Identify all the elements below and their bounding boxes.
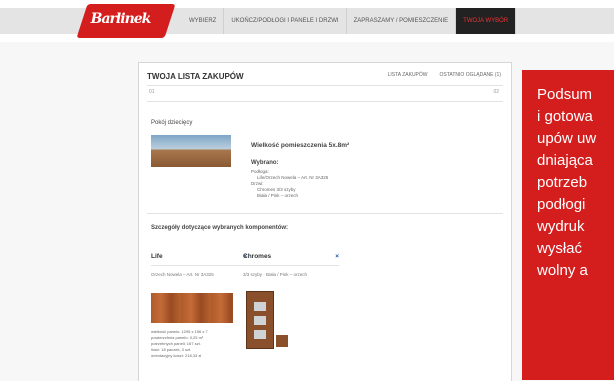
main-nav: WYBIERZ UKOŃCZ/PODŁOGI I PANELE I DRZWI … (182, 8, 517, 34)
link-lista-zakupow[interactable]: LISTA ZAKUPÓW (388, 72, 428, 78)
callout-line: wydruk (537, 218, 585, 235)
page-title: TWOJA LISTA ZAKUPÓW (147, 72, 244, 81)
callout-line: wysłać (537, 240, 583, 257)
top-header: Barlinek WYBIERZ UKOŃCZ/PODŁOGI I PANELE… (0, 0, 614, 42)
door-glass (254, 302, 266, 311)
spec-item: orientacyjny koszt: 218,33 zł (151, 353, 202, 358)
segments-title: Szczegóły dotyczące wybranych komponentó… (151, 225, 289, 231)
divider (147, 213, 503, 214)
pager: 01 02 (149, 89, 499, 95)
callout-line: potrzeb (537, 174, 588, 191)
nav-item-twoj-wybor[interactable]: TWOJA WYBÓR (456, 8, 517, 34)
logo-text: Barlinek (90, 11, 151, 27)
callout-line: i gotowa (537, 108, 593, 125)
link-ostatnio-ogladane[interactable]: OSTATNIO OGLĄDANE (1) (440, 72, 502, 78)
pager-right[interactable]: 02 (493, 89, 499, 95)
door-glass (254, 316, 266, 325)
divider (147, 101, 503, 102)
callout-line: dniająca (537, 152, 593, 169)
room-area: Wielkość pomieszczenia 5x.8m² (251, 142, 350, 149)
room-name: Pokój dziecięcy (151, 120, 193, 126)
summary-callout: Podsum i gotowa upów uw dniająca potrzeb… (522, 70, 614, 380)
nav-item-pomieszczenie[interactable]: ZAPRASZAMY / POMIESZCZENIE (347, 8, 457, 34)
brand-logo[interactable]: Barlinek (76, 4, 176, 38)
shopping-list-panel: TWOJA LISTA ZAKUPÓW LISTA ZAKUPÓW OSTATN… (138, 62, 512, 381)
chosen-label: Wybrano: (251, 160, 279, 166)
component-column-floor: Life × Orzech Nowela – Art. Nr 3A325 (151, 253, 247, 278)
callout-line: upów uw (537, 130, 597, 147)
panel-links: LISTA ZAKUPÓW OSTATNIO OGLĄDANE (1) (388, 72, 501, 78)
component-column-door: Chromes × 3/3 szyby · Biała / Pink – orze… (243, 253, 339, 278)
nav-item-podlogi-panele-drzwi[interactable]: UKOŃCZ/PODŁOGI I PANELE I DRZWI (224, 8, 347, 34)
close-icon[interactable]: × (335, 253, 339, 260)
room-thumbnail (151, 135, 231, 167)
callout-line: Podsum (537, 86, 593, 103)
selection-list: Podłoga: Life/Orzech Nowela – Art. Nr 3A… (251, 169, 328, 199)
component-name: Life (151, 253, 163, 260)
component-sub: 3/3 szyby · Biała / Pink – orzech (243, 272, 308, 277)
component-sub: Orzech Nowela – Art. Nr 3A325 (151, 272, 214, 277)
callout-line: podłogi (537, 196, 586, 213)
door-image (246, 291, 274, 349)
floor-specs: wielkość panelu: 1295 x 196 x 7 powierzc… (151, 329, 208, 359)
nav-item-wybierz[interactable]: WYBIERZ (182, 8, 225, 34)
component-name: Chromes (243, 253, 272, 260)
door-color-swatch (276, 335, 288, 347)
pager-left[interactable]: 01 (149, 89, 155, 95)
divider (147, 85, 503, 86)
floor-plank-image (151, 293, 233, 323)
callout-line: wolny a (537, 262, 588, 279)
selection-item: Biała / Pink – orzech (257, 193, 299, 198)
door-glass (254, 330, 266, 339)
